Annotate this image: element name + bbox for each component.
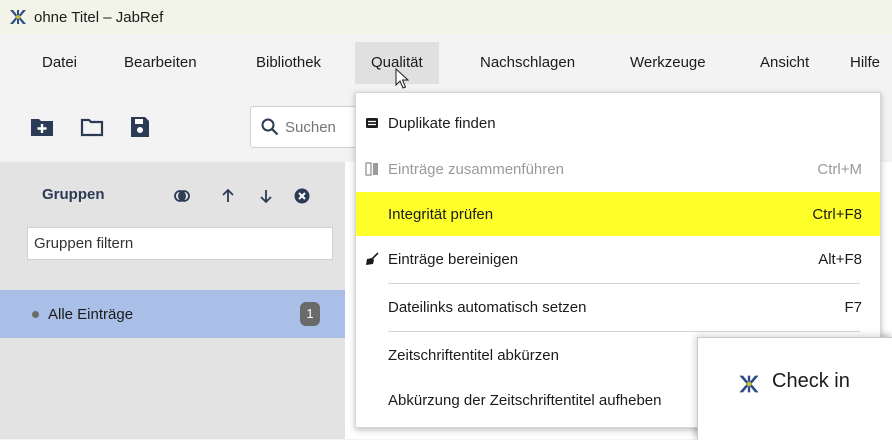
save-icon[interactable] (128, 116, 152, 138)
intersection-icon[interactable] (174, 188, 190, 204)
mouse-cursor-icon (395, 68, 409, 89)
jabref-logo-icon (10, 10, 26, 24)
group-item-all-entries[interactable]: Alle Einträge 1 (0, 290, 345, 338)
window-title: ohne Titel – JabRef (34, 8, 164, 26)
search-box[interactable] (250, 106, 372, 148)
dialog-title: Check in (772, 370, 850, 392)
menu-item-shortcut: Alt+F8 (818, 250, 862, 268)
menu-werkzeuge[interactable]: Werkzeuge (614, 42, 722, 84)
menu-item-label: Duplikate finden (388, 114, 496, 132)
menu-item-auto-set-file-links[interactable]: Dateilinks automatisch setzen F7 (356, 285, 880, 329)
group-filter-input[interactable] (27, 227, 333, 260)
arrow-up-icon[interactable] (220, 188, 236, 204)
menu-nachschlagen[interactable]: Nachschlagen (464, 42, 591, 84)
menu-item-shortcut: F7 (844, 298, 862, 316)
title-bar: ohne Titel – JabRef (0, 0, 892, 34)
menu-item-label: Zeitschriftentitel abkürzen (388, 346, 559, 364)
group-count-badge: 1 (300, 302, 320, 326)
duplicates-icon (366, 118, 378, 128)
groups-title: Gruppen (42, 186, 105, 203)
menu-separator (388, 283, 860, 284)
menu-item-cleanup-entries[interactable]: Einträge bereinigen Alt+F8 (356, 237, 880, 281)
arrow-down-icon[interactable] (258, 188, 274, 204)
broom-icon (366, 252, 379, 265)
merge-icon (365, 162, 378, 176)
menu-item-label: Integrität prüfen (388, 205, 494, 223)
search-input[interactable] (279, 118, 365, 136)
menu-bar: Datei Bearbeiten Bibliothek Qualität Nac… (0, 34, 892, 92)
menu-item-merge-entries[interactable]: Einträge zusammenführen Ctrl+M (356, 147, 880, 191)
close-circle-icon[interactable] (294, 188, 310, 204)
menu-bibliothek[interactable]: Bibliothek (240, 42, 337, 84)
menu-item-shortcut: Ctrl+F8 (812, 205, 862, 223)
menu-item-label: Einträge bereinigen (388, 250, 519, 268)
menu-datei[interactable]: Datei (26, 42, 93, 84)
open-folder-icon[interactable] (80, 116, 104, 138)
menu-ansicht[interactable]: Ansicht (744, 42, 825, 84)
group-label: Alle Einträge (48, 305, 134, 323)
menu-item-shortcut: Ctrl+M (817, 160, 862, 178)
menu-item-duplicates[interactable]: Duplikate finden (356, 101, 880, 145)
search-icon (261, 118, 279, 136)
menu-hilfe[interactable]: Hilfe (834, 42, 892, 84)
jabref-logo-icon (739, 375, 759, 393)
groups-panel: Gruppen Alle Einträge 1 (0, 162, 345, 439)
menu-item-label: Abkürzung der Zeitschriftentitel aufhebe… (388, 391, 662, 409)
menu-item-label: Dateilinks automatisch setzen (388, 298, 587, 316)
check-integrity-dialog-front: Check in (697, 337, 892, 440)
menu-item-check-integrity[interactable]: Integrität prüfen Ctrl+F8 (356, 192, 880, 236)
menu-bearbeiten[interactable]: Bearbeiten (108, 42, 213, 84)
group-dot-icon (32, 310, 39, 318)
menu-separator (388, 331, 860, 332)
menu-item-label: Einträge zusammenführen (388, 160, 564, 178)
new-library-icon[interactable] (30, 116, 54, 138)
